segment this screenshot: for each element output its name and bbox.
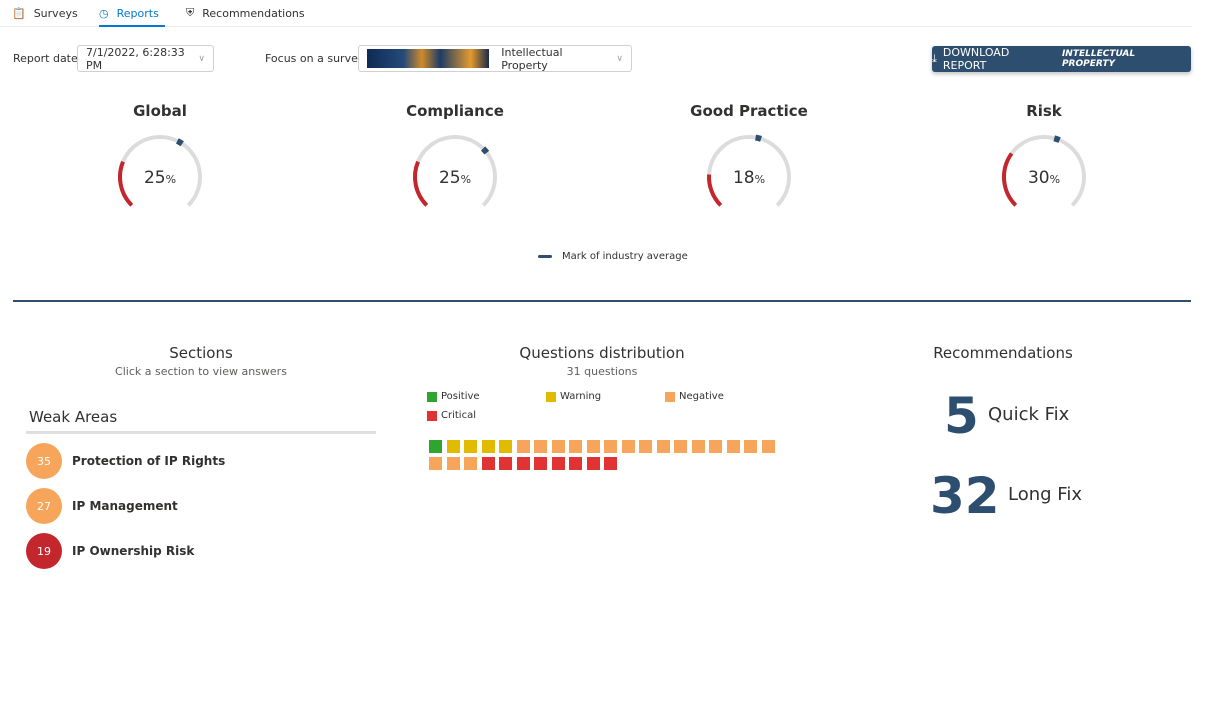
pie-chart-icon: ◷ xyxy=(99,6,109,20)
question-negative[interactable] xyxy=(761,440,775,453)
question-negative[interactable] xyxy=(604,440,617,453)
recommendations-title: Recommendations xyxy=(933,344,1073,362)
section-name: Protection of IP Rights xyxy=(72,454,226,468)
gauge-title: Good Practice xyxy=(690,102,808,120)
gauge-value: 25% xyxy=(438,168,472,188)
industry-average-marker xyxy=(175,138,184,147)
shield-check-icon: ⛨ xyxy=(186,6,195,19)
section-item[interactable]: 35 Protection of IP Rights xyxy=(26,443,225,479)
download-report-button[interactable]: ⤓ DOWNLOAD REPORT INTELLECTUAL PROPERTY xyxy=(932,46,1191,72)
industry-average-marker xyxy=(755,134,762,142)
question-negative[interactable] xyxy=(621,440,635,453)
quick-fix-count: 5 xyxy=(944,387,979,445)
legend-warning: Warning xyxy=(546,391,601,402)
question-critical[interactable] xyxy=(481,457,495,470)
section-name: IP Ownership Risk xyxy=(72,544,195,558)
score-badge: 27 xyxy=(26,488,62,524)
question-negative[interactable] xyxy=(534,440,547,453)
sections-title: Sections xyxy=(169,344,233,362)
gauge-value: 18% xyxy=(732,168,766,188)
weak-areas-title: Weak Areas xyxy=(29,408,118,426)
quick-fix-label: Quick Fix xyxy=(988,404,1070,425)
sections-subtitle: Click a section to view answers xyxy=(115,365,287,378)
question-critical[interactable] xyxy=(516,457,530,470)
report-date-dropdown[interactable]: 7/1/2022, 6:28:33 PM ∨ xyxy=(77,45,214,72)
tab-reports[interactable]: ◷ Reports xyxy=(99,2,165,27)
legend-positive: Positive xyxy=(427,391,480,402)
long-fix-label: Long Fix xyxy=(1008,484,1082,505)
question-critical[interactable] xyxy=(499,457,512,470)
question-critical[interactable] xyxy=(534,457,547,470)
gauge-value: 25% xyxy=(143,168,177,188)
question-negative[interactable] xyxy=(551,440,565,453)
legend-critical: Critical xyxy=(427,410,476,421)
industry-average-marker xyxy=(1053,135,1061,143)
question-negative[interactable] xyxy=(569,440,582,453)
section-item[interactable]: 19 IP Ownership Risk xyxy=(26,533,194,569)
clipboard-icon: 📋 xyxy=(12,6,26,20)
survey-dropdown[interactable]: Intellectual Property ∨ xyxy=(358,45,632,72)
question-positive[interactable] xyxy=(429,440,442,453)
distribution-subtitle: 31 questions xyxy=(566,365,638,378)
divider xyxy=(13,300,1191,302)
question-negative[interactable] xyxy=(744,440,757,453)
tab-recommendations[interactable]: ⛨ Recommendations xyxy=(186,2,305,24)
question-warning[interactable] xyxy=(446,440,460,453)
gauge-title: Risk xyxy=(1026,102,1062,120)
question-warning[interactable] xyxy=(481,440,495,453)
distribution-title: Questions distribution xyxy=(519,344,685,362)
question-negative[interactable] xyxy=(464,457,477,470)
gauge-legend: Mark of industry average xyxy=(538,251,688,262)
chevron-down-icon: ∨ xyxy=(616,53,623,64)
chevron-down-icon: ∨ xyxy=(198,53,205,64)
question-negative[interactable] xyxy=(446,457,460,470)
gauge-value: 30% xyxy=(1027,168,1061,188)
question-negative[interactable] xyxy=(639,440,652,453)
long-fix-count: 32 xyxy=(930,467,1000,525)
question-critical[interactable] xyxy=(604,457,617,470)
gauge-title: Compliance xyxy=(406,102,504,120)
question-negative[interactable] xyxy=(429,457,442,470)
score-badge: 19 xyxy=(26,533,62,569)
score-badge: 35 xyxy=(26,443,62,479)
question-negative[interactable] xyxy=(586,440,600,453)
survey-thumbnail xyxy=(367,49,490,68)
focus-survey-label: Focus on a survey xyxy=(265,52,365,65)
industry-average-marker xyxy=(480,146,490,155)
question-negative[interactable] xyxy=(674,440,687,453)
legend-negative: Negative xyxy=(665,391,724,402)
question-negative[interactable] xyxy=(656,440,670,453)
question-critical[interactable] xyxy=(569,457,582,470)
tab-bar: 📋 Surveys ◷ Reports ⛨ Recommendations xyxy=(0,0,1192,27)
question-critical[interactable] xyxy=(551,457,565,470)
industry-average-mark-icon xyxy=(538,255,552,258)
tab-surveys[interactable]: 📋 Surveys xyxy=(12,2,78,24)
weak-areas-underline xyxy=(26,431,376,434)
download-icon: ⤓ xyxy=(932,52,937,65)
question-critical[interactable] xyxy=(586,457,600,470)
gauge-title: Global xyxy=(133,102,187,120)
section-name: IP Management xyxy=(72,499,178,513)
section-item[interactable]: 27 IP Management xyxy=(26,488,178,524)
question-negative[interactable] xyxy=(726,440,740,453)
question-negative[interactable] xyxy=(691,440,705,453)
question-warning[interactable] xyxy=(464,440,477,453)
question-negative[interactable] xyxy=(709,440,722,453)
question-warning[interactable] xyxy=(499,440,512,453)
question-negative[interactable] xyxy=(516,440,530,453)
report-date-label: Report date xyxy=(13,52,78,65)
